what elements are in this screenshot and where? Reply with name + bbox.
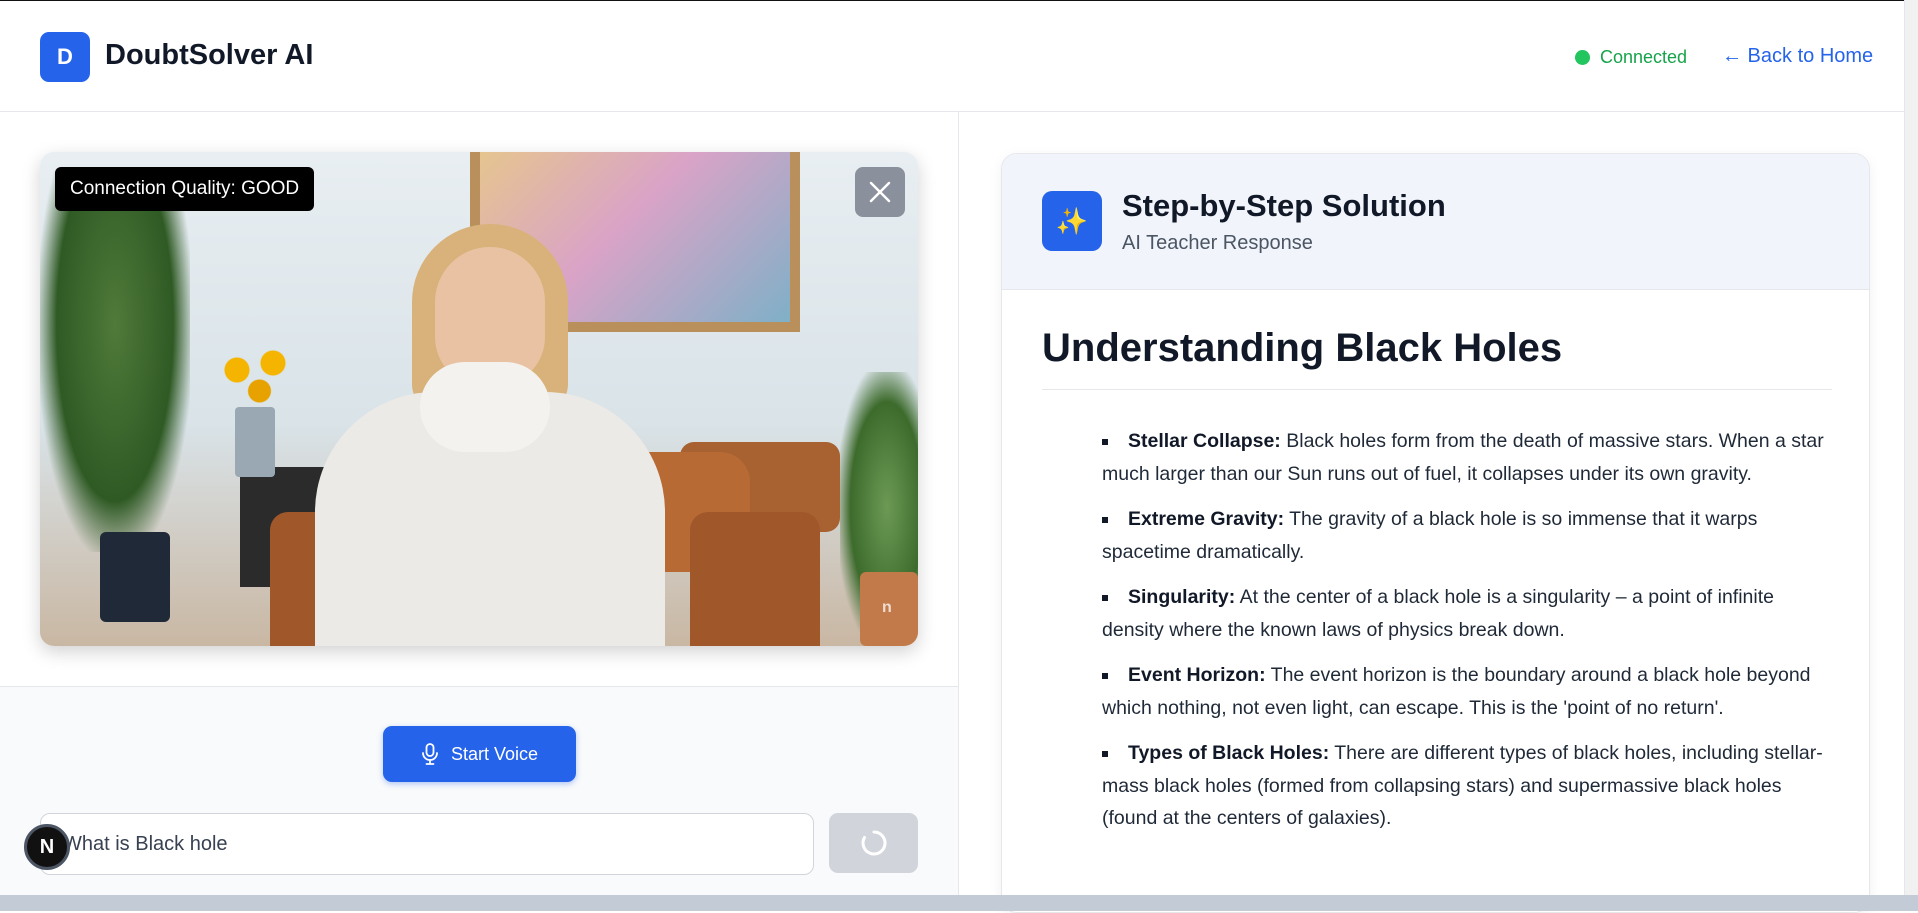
close-icon [869, 181, 891, 203]
solution-point: Event Horizon: The event horizon is the … [1102, 659, 1827, 724]
solution-point: Stellar Collapse: Black holes form from … [1102, 425, 1827, 490]
armchair-right-arm [690, 512, 820, 646]
sunflowers [210, 342, 300, 412]
solution-point: Singularity: At the center of a black ho… [1102, 581, 1827, 646]
avatar-video: n Connection Quality: GOOD [40, 152, 918, 646]
connection-quality-badge: Connection Quality: GOOD [55, 167, 315, 211]
solution-title: Step-by-Step Solution [1122, 188, 1446, 223]
solution-card-header: ✨ Step-by-Step Solution AI Teacher Respo… [1002, 154, 1869, 290]
dev-tools-badge[interactable]: N [24, 824, 70, 870]
microphone-icon [422, 743, 438, 765]
question-input-wrapper [40, 813, 814, 875]
status-label: Connected [1600, 47, 1688, 67]
point-term: Stellar Collapse: [1128, 430, 1281, 452]
horizontal-scrollbar[interactable] [0, 895, 1918, 911]
point-term: Singularity: [1128, 586, 1236, 608]
status-dot-icon [1575, 50, 1590, 65]
point-term: Event Horizon: [1128, 664, 1266, 686]
close-video-button[interactable] [855, 167, 905, 217]
solution-card: ✨ Step-by-Step Solution AI Teacher Respo… [1001, 153, 1870, 913]
connection-status: Connected [1575, 47, 1687, 68]
start-voice-button[interactable]: Start Voice [383, 726, 576, 782]
solution-point: Types of Black Holes: There are differen… [1102, 737, 1827, 835]
point-term: Types of Black Holes: [1128, 742, 1330, 764]
app-title: DoubtSolver AI [105, 39, 314, 71]
plant-left [40, 172, 190, 552]
vertical-scrollbar[interactable] [1904, 0, 1918, 895]
video-panel: n Connection Quality: GOOD Start Voice [0, 112, 959, 895]
send-button[interactable] [829, 813, 918, 873]
start-voice-label: Start Voice [450, 743, 539, 764]
sparkles-icon: ✨ [1042, 191, 1102, 251]
solution-subtitle: AI Teacher Response [1122, 232, 1313, 254]
question-input[interactable] [41, 814, 813, 874]
video-watermark: n [882, 599, 892, 616]
input-controls: Start Voice [0, 686, 958, 895]
solution-point: Extreme Gravity: The gravity of a black … [1102, 503, 1827, 568]
solution-points: Stellar Collapse: Black holes form from … [1102, 425, 1827, 848]
app-header: D DoubtSolver AI Connected ← Back to Hom… [0, 1, 1904, 112]
app-logo: D [40, 32, 90, 82]
article-divider [1042, 389, 1832, 390]
point-term: Extreme Gravity: [1128, 508, 1285, 530]
vase [235, 407, 275, 477]
presenter-collar [420, 362, 550, 452]
plant-pot [100, 532, 170, 622]
loading-spinner-icon [861, 830, 886, 856]
back-to-home-link[interactable]: ← Back to Home [1722, 45, 1873, 68]
article-title: Understanding Black Holes [1042, 326, 1563, 370]
